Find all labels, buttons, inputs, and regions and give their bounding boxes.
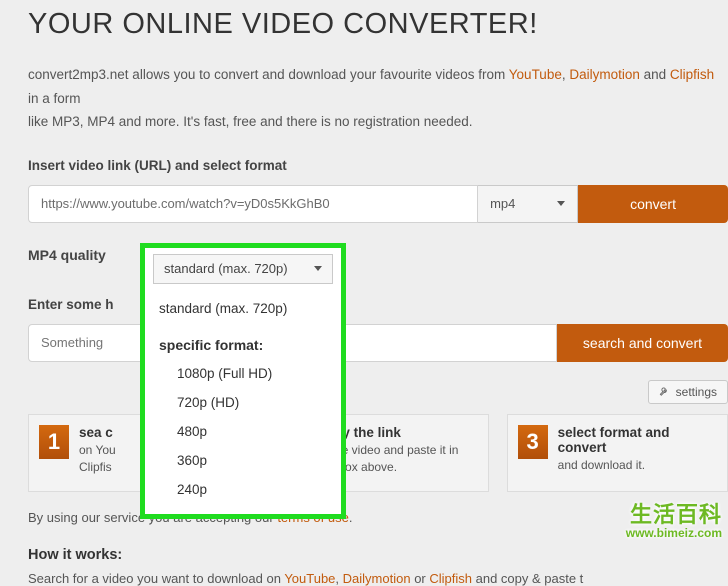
intro-text: convert2mp3.net allows you to convert an… — [28, 63, 728, 134]
terms-line: By using our service you are accepting o… — [28, 510, 728, 525]
chevron-down-icon — [557, 201, 565, 206]
link-clipfish[interactable]: Clipfish — [670, 67, 714, 82]
how-it-works-title: How it works: — [28, 547, 728, 563]
quality-label: MP4 quality — [28, 247, 106, 263]
link-dailymotion[interactable]: Dailymotion — [343, 571, 411, 586]
quality-option-240p[interactable]: 240p — [145, 475, 341, 504]
quality-dropdown-panel: standard (max. 720p) specific format: 10… — [145, 294, 341, 514]
video-url-input[interactable] — [28, 185, 478, 223]
how-it-works-text: Search for a video you want to download … — [28, 571, 728, 586]
step-title: sea c — [79, 425, 116, 440]
chevron-down-icon — [314, 266, 322, 271]
quality-option-720p[interactable]: 720p (HD) — [145, 388, 341, 417]
quality-option-480p[interactable]: 480p — [145, 417, 341, 446]
quality-option-1080p[interactable]: 1080p (Full HD) — [145, 359, 341, 388]
step-title: select format and convert — [558, 425, 717, 455]
quality-section-header: specific format: — [145, 323, 341, 359]
link-dailymotion[interactable]: Dailymotion — [569, 67, 640, 82]
insert-url-label: Insert video link (URL) and select forma… — [28, 158, 728, 173]
wrench-icon — [659, 386, 670, 397]
step-number: 3 — [518, 425, 548, 459]
step-text: on You Clipfis — [79, 442, 116, 477]
step-text: and download it. — [558, 457, 717, 474]
format-select[interactable]: mp4 — [478, 185, 578, 223]
enter-search-label: Enter some h — [28, 297, 728, 312]
quality-option-standard[interactable]: standard (max. 720p) — [145, 294, 341, 323]
step-number: 1 — [39, 425, 69, 459]
link-clipfish[interactable]: Clipfish — [429, 571, 472, 586]
quality-selected-value: standard (max. 720p) — [164, 261, 288, 276]
steps-row: 1 sea c on You Clipfis 2 copy the link o… — [28, 414, 728, 492]
quality-dropdown-highlight: standard (max. 720p) standard (max. 720p… — [140, 243, 346, 519]
page-title: YOUR ONLINE VIDEO CONVERTER! — [28, 8, 728, 41]
quality-option-360p[interactable]: 360p — [145, 446, 341, 475]
convert-button[interactable]: convert — [578, 185, 728, 223]
quality-select[interactable]: standard (max. 720p) — [153, 254, 333, 284]
link-youtube[interactable]: YouTube — [509, 67, 562, 82]
link-youtube[interactable]: YouTube — [284, 571, 335, 586]
step-3-card: 3 select format and convert and download… — [507, 414, 728, 492]
format-selected-value: mp4 — [490, 196, 515, 211]
settings-button[interactable]: settings — [648, 380, 728, 404]
search-and-convert-button[interactable]: search and convert — [557, 324, 728, 362]
